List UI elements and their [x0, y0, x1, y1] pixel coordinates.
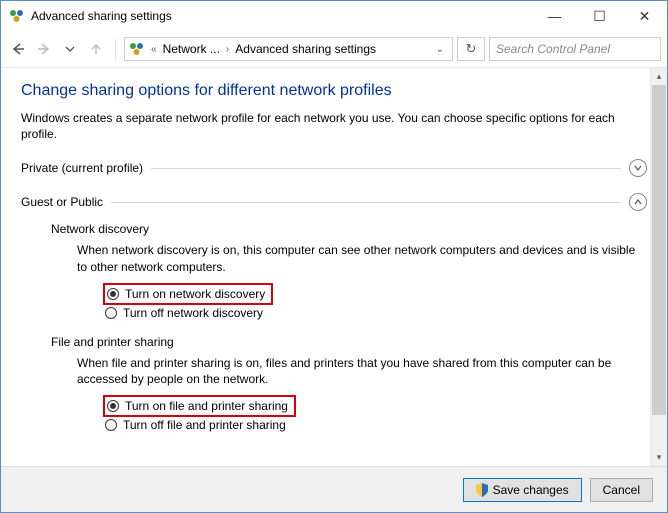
radio-off-file-printer[interactable] [105, 419, 117, 431]
minimize-button[interactable]: — [532, 1, 577, 31]
save-changes-button[interactable]: Save changes [463, 478, 582, 502]
radio-label[interactable]: Turn on file and printer sharing [125, 399, 288, 413]
up-button[interactable] [85, 38, 107, 60]
page-description: Windows creates a separate network profi… [21, 110, 647, 142]
page-heading: Change sharing options for different net… [21, 82, 647, 100]
section-rule [111, 202, 621, 203]
chevron-icon[interactable]: « [151, 44, 157, 55]
vertical-scrollbar[interactable]: ▴ ▾ [650, 68, 667, 466]
radio-on-file-printer[interactable] [107, 400, 119, 412]
forward-button[interactable] [33, 38, 55, 60]
chevron-icon[interactable]: › [226, 44, 229, 55]
section-private[interactable]: Private (current profile) [21, 156, 647, 180]
radio-label[interactable]: Turn off file and printer sharing [123, 418, 286, 432]
toolbar-divider [115, 39, 116, 59]
breadcrumb-dropdown[interactable]: ⌄ [432, 44, 448, 55]
scroll-thumb[interactable] [652, 85, 666, 415]
refresh-button[interactable]: ↻ [457, 37, 485, 61]
file-printer-group: File and printer sharing When file and p… [21, 335, 647, 433]
button-label: Cancel [603, 483, 640, 497]
control-panel-icon [129, 41, 145, 57]
radio-label[interactable]: Turn off network discovery [123, 306, 263, 320]
close-button[interactable]: ✕ [622, 1, 667, 31]
cancel-button[interactable]: Cancel [590, 478, 653, 502]
recent-dropdown[interactable] [59, 38, 81, 60]
scroll-down-button[interactable]: ▾ [651, 449, 667, 466]
scroll-up-button[interactable]: ▴ [651, 68, 667, 85]
content-area: Change sharing options for different net… [1, 68, 667, 466]
group-description: When file and printer sharing is on, fil… [51, 355, 647, 387]
section-label: Guest or Public [21, 195, 103, 209]
expand-icon[interactable] [629, 159, 647, 177]
breadcrumb-bar[interactable]: « Network ... › Advanced sharing setting… [124, 37, 453, 61]
navigation-toolbar: « Network ... › Advanced sharing setting… [1, 31, 667, 67]
section-rule [151, 168, 621, 169]
group-title: Network discovery [51, 222, 647, 236]
section-label: Private (current profile) [21, 161, 143, 175]
collapse-icon[interactable] [629, 193, 647, 211]
section-guest-public[interactable]: Guest or Public [21, 190, 647, 214]
radio-off-network-discovery[interactable] [105, 307, 117, 319]
titlebar: Advanced sharing settings — ☐ ✕ [1, 1, 667, 31]
group-description: When network discovery is on, this compu… [51, 242, 647, 274]
highlight-box: Turn on network discovery [103, 283, 273, 305]
group-title: File and printer sharing [51, 335, 647, 349]
breadcrumb-item[interactable]: Network ... [163, 42, 220, 56]
control-panel-icon [9, 8, 25, 24]
maximize-button[interactable]: ☐ [577, 1, 622, 31]
footer-bar: Save changes Cancel [1, 466, 667, 512]
radio-on-network-discovery[interactable] [107, 288, 119, 300]
radio-label[interactable]: Turn on network discovery [125, 287, 265, 301]
button-label: Save changes [493, 483, 569, 497]
breadcrumb-item[interactable]: Advanced sharing settings [235, 42, 376, 56]
back-button[interactable] [7, 38, 29, 60]
window-title: Advanced sharing settings [31, 9, 172, 23]
shield-icon [476, 483, 488, 497]
search-input[interactable]: Search Control Panel [489, 37, 661, 61]
highlight-box: Turn on file and printer sharing [103, 395, 296, 417]
network-discovery-group: Network discovery When network discovery… [21, 222, 647, 320]
